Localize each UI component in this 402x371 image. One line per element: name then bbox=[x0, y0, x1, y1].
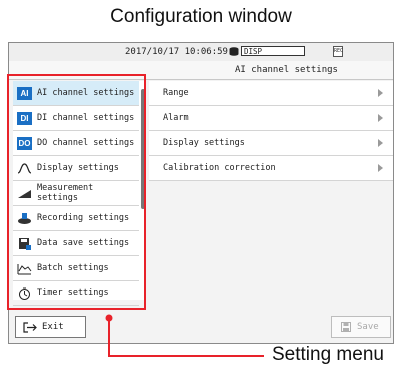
setting-menu-caption: Setting menu bbox=[272, 344, 384, 365]
callout-leader-line bbox=[105, 314, 264, 357]
